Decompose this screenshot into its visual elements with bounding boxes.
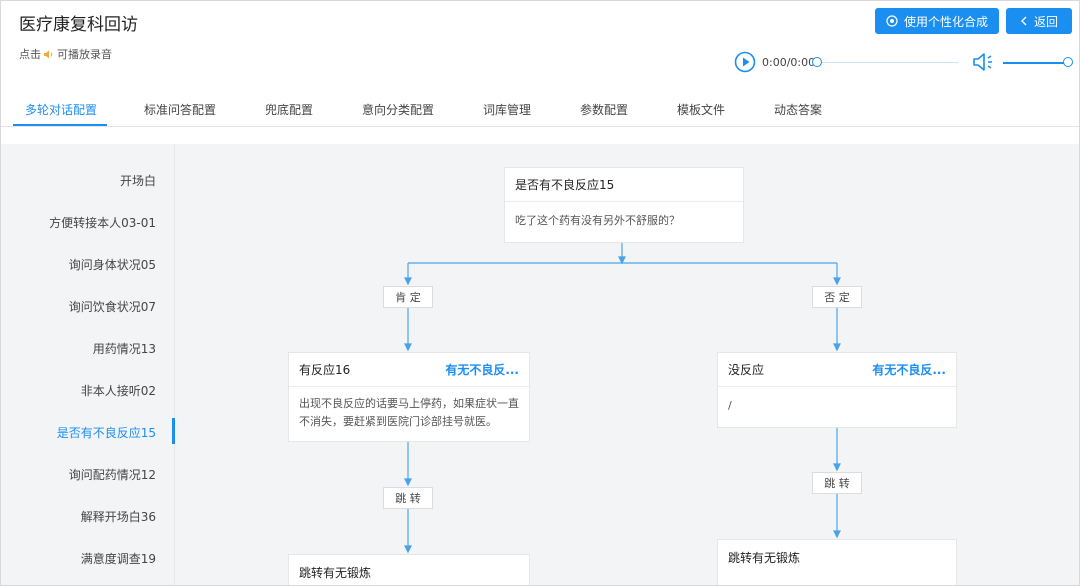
node-body: 出现不良反应的话要马上停药，如果症状一直不消失，要赶紧到医院门诊部挂号就医。 <box>299 397 519 428</box>
node-header: 跳转有无锻炼 <box>718 540 956 574</box>
back-button-label: 返回 <box>1033 14 1058 29</box>
jump-label-right[interactable]: 跳 转 <box>812 472 862 494</box>
hint-suffix: 可播放录音 <box>57 48 112 61</box>
tab-fallback[interactable]: 兜底配置 <box>265 101 313 118</box>
flow-node-jump-right[interactable]: 跳转有无锻炼 <box>717 539 957 585</box>
tab-lexicon[interactable]: 词库管理 <box>483 101 531 118</box>
tab-bar: 多轮对话配置 标准问答配置 兜底配置 意向分类配置 词库管理 参数配置 模板文件… <box>1 97 1079 127</box>
node-header: 有反应16 有无不良反... <box>289 353 529 387</box>
flow-node-jump-left[interactable]: 跳转有无锻炼 <box>288 554 530 585</box>
node-body: / <box>728 399 732 412</box>
page-title: 医疗康复科回访 <box>19 15 138 35</box>
flow-node-root[interactable]: 是否有不良反应15 吃了这个药有没有另外不舒服的？ <box>504 167 744 243</box>
jump-label-left[interactable]: 跳 转 <box>383 487 433 509</box>
volume-knob[interactable] <box>1063 57 1073 67</box>
branch-label-yes[interactable]: 肯 定 <box>383 286 433 308</box>
synthesis-button-label: 使用个性化合成 <box>903 14 988 29</box>
flow-node-right[interactable]: 没反应 有无不良反... / <box>717 352 957 428</box>
node-title: 没反应 <box>728 363 765 377</box>
node-header: 跳转有无锻炼 <box>289 555 529 585</box>
node-intent-tag[interactable]: 有无不良反... <box>445 361 519 378</box>
chevron-left-icon <box>1020 16 1027 26</box>
progress-knob[interactable] <box>812 57 822 67</box>
node-intent-tag[interactable]: 有无不良反... <box>872 361 946 378</box>
personalized-synthesis-button[interactable]: 使用个性化合成 <box>875 8 999 34</box>
tab-intent-classification[interactable]: 意向分类配置 <box>362 101 434 118</box>
active-tab-indicator <box>13 124 107 126</box>
tab-templates[interactable]: 模板文件 <box>677 101 725 118</box>
tab-standard-qa[interactable]: 标准问答配置 <box>144 101 216 118</box>
playback-time: 0:00/0:00 <box>762 56 816 69</box>
node-body: 吃了这个药有没有另外不舒服的？ <box>515 214 680 227</box>
volume-track[interactable] <box>1003 62 1069 64</box>
node-title: 有反应16 <box>299 363 351 377</box>
playback-hint: 点击 可播放录音 <box>19 46 112 62</box>
node-header: 没反应 有无不良反... <box>718 353 956 387</box>
tab-multi-dialog[interactable]: 多轮对话配置 <box>25 101 97 118</box>
tab-parameters[interactable]: 参数配置 <box>580 101 628 118</box>
back-button[interactable]: 返回 <box>1006 8 1072 34</box>
tab-dynamic-answers[interactable]: 动态答案 <box>774 101 822 118</box>
node-title: 是否有不良反应15 <box>515 178 615 192</box>
progress-track[interactable] <box>818 62 958 63</box>
main-area: 开场白 方便转接本人03-01 询问身体状况05 询问饮食状况07 用药情况13… <box>1 144 1079 585</box>
branch-label-no[interactable]: 否 定 <box>812 286 862 308</box>
node-title: 跳转有无锻炼 <box>299 565 372 580</box>
node-header: 是否有不良反应15 <box>505 168 743 202</box>
play-icon[interactable] <box>734 51 756 73</box>
flow-node-left[interactable]: 有反应16 有无不良反... 出现不良反应的话要马上停药，如果症状一直不消失，要… <box>288 352 530 442</box>
volume-icon[interactable] <box>972 51 998 73</box>
app-window: 医疗康复科回访 使用个性化合成 返回 点击 可播放录音 0:00/0:00 多轮… <box>0 0 1080 586</box>
node-title: 跳转有无锻炼 <box>728 550 801 565</box>
synthesis-icon <box>886 15 898 27</box>
hint-prefix: 点击 <box>19 48 41 61</box>
speaker-icon <box>44 50 53 58</box>
